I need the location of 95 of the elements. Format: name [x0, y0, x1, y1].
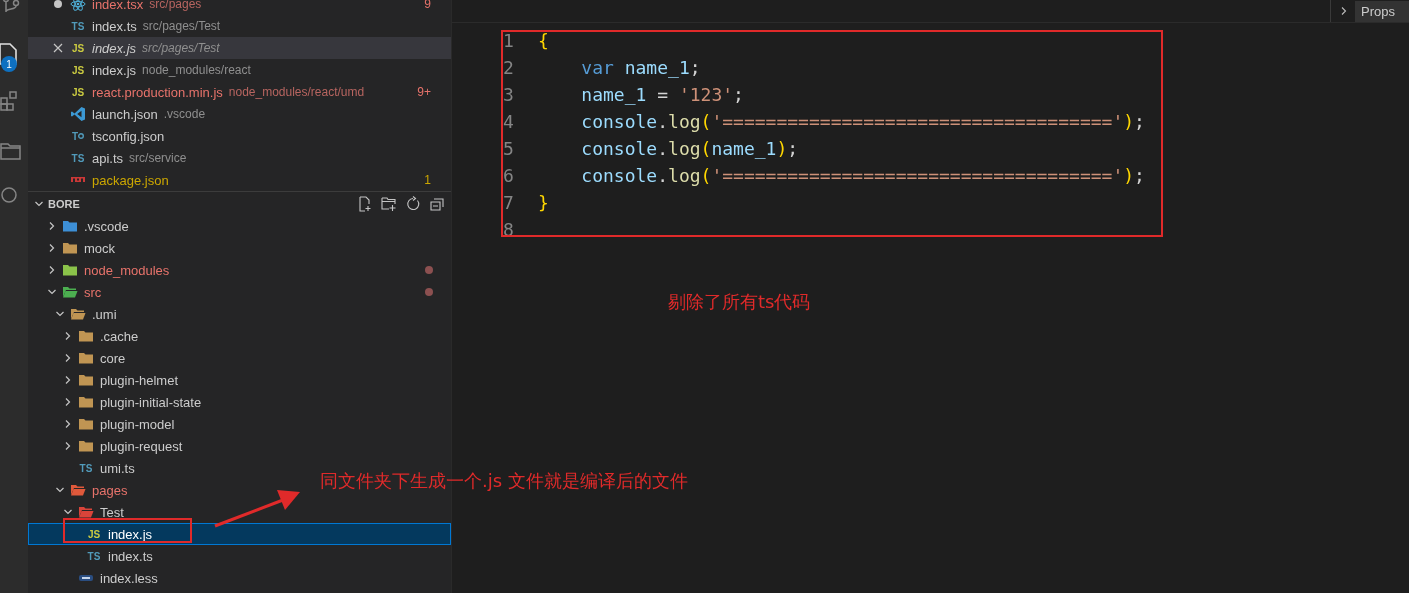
line-number: 3 [503, 84, 515, 105]
tree-item[interactable]: pages [28, 479, 132, 501]
tree-item-label: .vscode [84, 218, 129, 234]
code-line: console.log(name_1); [580, 138, 799, 159]
file-path: node_modules/react [142, 63, 251, 77]
file-path: src/pages [149, 0, 202, 11]
file-name: index.ts [92, 18, 137, 34]
tree-item[interactable]: .vscode [28, 215, 133, 237]
problem-count: 1 [424, 173, 431, 187]
tree-item-label: plugin-request [100, 438, 183, 454]
tree-item-label: Test [100, 504, 124, 520]
refresh-icon[interactable] [405, 196, 421, 212]
file-type-icon: JS [71, 86, 85, 98]
tree-item[interactable]: mock [28, 237, 120, 259]
new-file-icon[interactable] [357, 196, 373, 212]
tree-item-label: node_modules [84, 262, 170, 278]
tree-item[interactable]: plugin-helmet [28, 369, 183, 391]
tree-item-label: index.js [108, 526, 153, 542]
line-number: 2 [503, 57, 515, 78]
tree-item[interactable]: index.less [28, 567, 162, 589]
code-line: var name_1; [580, 57, 701, 78]
line-number: 5 [503, 138, 515, 159]
file-name: index.js [92, 62, 137, 78]
notification-badge: 1 [1, 56, 17, 72]
tree-item-label: .umi [92, 306, 117, 322]
file-type-icon: TS [71, 20, 85, 32]
tree-item-label: plugin-model [100, 416, 175, 432]
open-editor-item[interactable]: TS api.ts src/service [28, 147, 451, 169]
file-name: api.ts [92, 150, 124, 166]
line-number: 6 [503, 165, 515, 186]
tree-item-label: index.ts [108, 548, 153, 564]
code-line: } [538, 192, 549, 213]
close-icon[interactable] [52, 42, 64, 54]
tree-item-label: src [84, 284, 102, 300]
new-folder-icon[interactable] [381, 196, 397, 212]
tree-item[interactable]: plugin-request [28, 435, 187, 457]
code-line: console.log('===================================='); [580, 165, 1145, 186]
open-editor-item[interactable]: JS index.js src/pages/Test [28, 37, 451, 59]
file-type-icon: JS [71, 42, 85, 54]
folder-icon[interactable] [0, 140, 22, 162]
tree-item[interactable]: TS umi.ts [28, 457, 139, 479]
file-name: index.tsx [92, 0, 144, 12]
file-path: .vscode [163, 107, 206, 121]
tree-item-label: core [100, 350, 126, 366]
project-title: BORE [48, 198, 80, 210]
tree-item[interactable]: node_modules [28, 259, 451, 281]
file-type-icon: JS [71, 64, 85, 76]
file-name: package.json [92, 172, 169, 188]
file-type-icon: TS [87, 550, 101, 562]
annotation-note: 剔除了所有ts代码 [668, 290, 811, 314]
tree-item-label: plugin-initial-state [100, 394, 202, 410]
tree-item[interactable]: Test [28, 501, 128, 523]
tree-item-label: index.less [100, 570, 158, 586]
code-line: { [538, 30, 549, 51]
tree-item-label: .cache [100, 328, 139, 344]
file-name: tsconfig.json [92, 128, 165, 144]
open-editor-item[interactable]: index.tsx src/pages 9 [28, 0, 451, 15]
file-type-icon: TS [79, 462, 93, 474]
open-editor-item[interactable]: JS index.js node_modules/react [28, 59, 451, 81]
collapse-all-icon[interactable] [429, 196, 445, 212]
file-path: node_modules/react/umd [228, 85, 365, 99]
open-editor-item[interactable]: JS react.production.min.js node_modules/react/umd 9+ [28, 81, 451, 103]
tree-item-label: plugin-helmet [100, 372, 179, 388]
tree-item[interactable]: .umi [28, 303, 121, 325]
open-editor-item[interactable]: TS index.ts src/pages/Test [28, 15, 451, 37]
line-number: 7 [503, 192, 515, 213]
code-line: console.log('===================================='); [580, 111, 1145, 132]
file-name: react.production.min.js [92, 84, 223, 100]
problem-count: 9 [424, 0, 431, 11]
file-type-icon: JS [87, 528, 101, 540]
tree-item[interactable]: src [28, 281, 451, 303]
file-path: src/service [129, 151, 187, 165]
tree-item[interactable]: plugin-model [28, 413, 179, 435]
code-line: name_1 = '123'; [580, 84, 744, 105]
line-number: 4 [503, 111, 515, 132]
file-name: index.js [92, 40, 137, 56]
problem-count: 9+ [417, 85, 431, 99]
explorer-section-header[interactable]: BORE [28, 193, 451, 215]
tree-item[interactable]: JS index.js [28, 523, 451, 545]
annotation-note: 同文件夹下生成一个.js 文件就是编译后的文件 [320, 469, 688, 493]
tree-item-label: mock [84, 240, 116, 256]
file-name: launch.json [92, 106, 158, 122]
file-path: src/pages/Test [142, 19, 221, 33]
open-editor-item[interactable]: package.json 1 [28, 169, 451, 191]
tree-item-label: umi.ts [100, 460, 135, 476]
tree-item[interactable]: TS index.ts [28, 545, 157, 567]
tree-item-label: pages [92, 482, 128, 498]
open-editor-item[interactable]: launch.json .vscode [28, 103, 451, 125]
tree-item[interactable]: core [28, 347, 130, 369]
file-path: src/pages/Test [142, 41, 220, 55]
line-number: 1 [503, 30, 515, 51]
file-type-icon: TS [71, 152, 85, 164]
tree-item[interactable]: plugin-initial-state [28, 391, 206, 413]
open-editor-item[interactable]: T tsconfig.json [28, 125, 451, 147]
tree-item[interactable]: .cache [28, 325, 143, 347]
